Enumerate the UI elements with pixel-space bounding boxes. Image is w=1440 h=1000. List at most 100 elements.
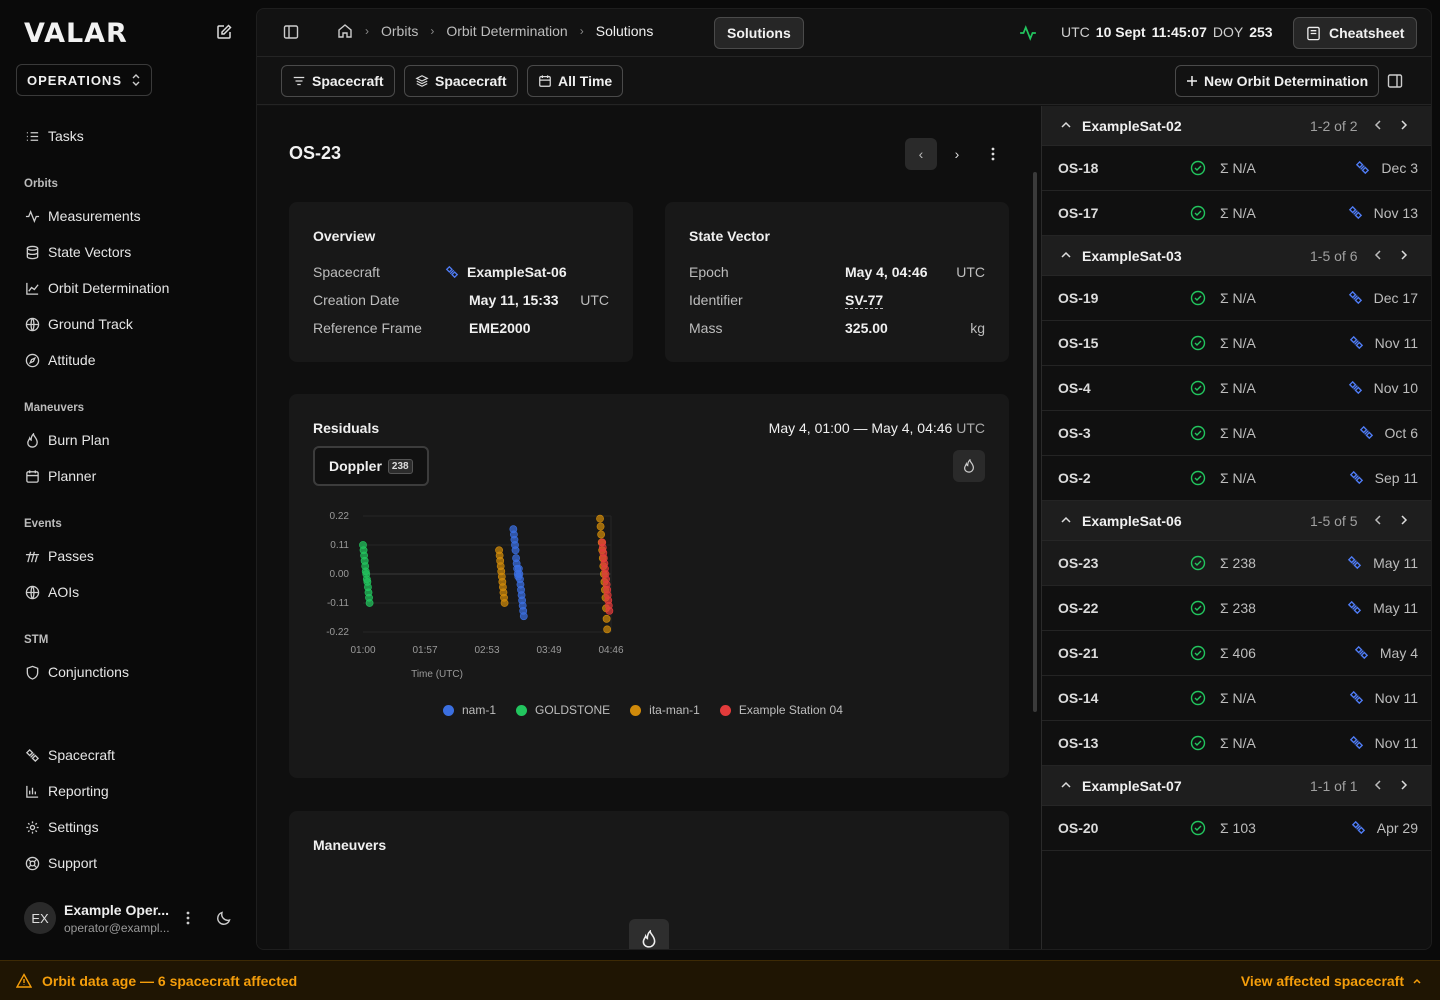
- chevron-left-icon[interactable]: [1372, 778, 1384, 792]
- compose-icon[interactable]: [214, 22, 234, 42]
- sidebar-item-ground-track[interactable]: Ground Track: [24, 312, 133, 336]
- sidebar-item-orbit-determination[interactable]: Orbit Determination: [24, 276, 169, 300]
- tab-doppler[interactable]: Doppler 238: [313, 446, 429, 486]
- clock-time: 11:45:07: [1151, 24, 1207, 40]
- sidebar-item-settings[interactable]: Settings: [24, 815, 99, 839]
- chevron-up-icon[interactable]: [1060, 778, 1072, 792]
- user-profile[interactable]: EX Example Oper... operator@exampl...: [24, 900, 244, 940]
- epoch-label: Epoch: [689, 264, 729, 280]
- legend-item[interactable]: GOLDSTONE: [516, 703, 610, 717]
- x-tick-label: 01:00: [350, 645, 375, 656]
- group-spacecraft-button[interactable]: Spacecraft: [404, 65, 518, 97]
- breadcrumb-item[interactable]: Orbits: [381, 23, 418, 39]
- sigma-value: 238: [1232, 555, 1256, 571]
- sidebar-item-conjunctions[interactable]: Conjunctions: [24, 660, 129, 684]
- breadcrumb-item[interactable]: Orbit Determination: [446, 23, 567, 39]
- solution-date: Oct 6: [1384, 425, 1418, 441]
- residuals-chart[interactable]: 0.22 0.11 0.00 -0.11 -0.2201:00 01:57 02:53 03:…: [313, 506, 633, 682]
- home-icon[interactable]: [337, 23, 353, 39]
- x-tick-label: 02:53: [474, 645, 499, 656]
- spacecraft-value[interactable]: ExampleSat-06: [445, 264, 567, 280]
- scrollbar[interactable]: [1033, 172, 1037, 712]
- chevron-right-icon[interactable]: [1398, 778, 1410, 792]
- group-header[interactable]: ExampleSat-07 1-1 of 1: [1042, 766, 1431, 806]
- creation-date-unit: UTC: [580, 292, 609, 308]
- group-header[interactable]: ExampleSat-02 1-2 of 2: [1042, 106, 1431, 146]
- chevron-left-icon[interactable]: [1372, 248, 1384, 262]
- list-item[interactable]: OS-21 Σ 406 May 4: [1042, 631, 1431, 676]
- solution-date: May 11: [1373, 555, 1418, 571]
- chevron-up-icon[interactable]: [1060, 248, 1072, 262]
- list-item[interactable]: OS-20 Σ 103 Apr 29: [1042, 806, 1431, 851]
- filter-spacecraft-button[interactable]: Spacecraft: [281, 65, 395, 97]
- sidebar-item-planner[interactable]: Planner: [24, 464, 96, 488]
- group-name: ExampleSat-06: [1082, 513, 1182, 529]
- app-root: VALAR OPERATIONS Tasks Orbits Measuremen…: [0, 0, 1440, 1000]
- sidebar-item-aois[interactable]: AOIs: [24, 580, 79, 604]
- sidebar-item-spacecraft[interactable]: Spacecraft: [24, 743, 115, 767]
- panel-right-icon[interactable]: [1387, 73, 1403, 89]
- org-switcher[interactable]: OPERATIONS: [16, 64, 152, 96]
- chevron-right-icon[interactable]: [1398, 118, 1410, 132]
- moon-icon[interactable]: [216, 910, 232, 926]
- legend-item[interactable]: Example Station 04: [719, 703, 843, 717]
- check-circle-icon: [1190, 470, 1206, 486]
- bar-chart-icon: [24, 783, 40, 799]
- keyboard-icon: [1306, 26, 1321, 41]
- cheatsheet-button[interactable]: Cheatsheet: [1293, 17, 1418, 49]
- calendar-icon: [24, 468, 40, 484]
- x-tick-label: 01:57: [412, 645, 437, 656]
- group-header[interactable]: ExampleSat-03 1-5 of 6: [1042, 236, 1431, 276]
- more-menu-button[interactable]: [977, 138, 1009, 170]
- legend-item[interactable]: nam-1: [443, 703, 496, 717]
- list-item[interactable]: OS-14 Σ N/A Nov 11: [1042, 676, 1431, 721]
- view-affected-button[interactable]: View affected spacecraft: [1241, 973, 1422, 989]
- list-item[interactable]: OS-15 Σ N/A Nov 11: [1042, 321, 1431, 366]
- chevron-right-icon[interactable]: [1398, 248, 1410, 262]
- list-item[interactable]: OS-19 Σ N/A Dec 17: [1042, 276, 1431, 321]
- chevron-up-icon[interactable]: [1060, 118, 1072, 132]
- satellite-icon: [1354, 645, 1369, 660]
- solutions-button[interactable]: Solutions: [714, 17, 804, 49]
- list-item[interactable]: OS-4 Σ N/A Nov 10: [1042, 366, 1431, 411]
- sidebar-item-reporting[interactable]: Reporting: [24, 779, 109, 803]
- group-count: 1-5 of 5: [1310, 513, 1358, 529]
- burn-plan-empty-icon[interactable]: [629, 919, 669, 949]
- list-item[interactable]: OS-22 Σ 238 May 11: [1042, 586, 1431, 631]
- group-header[interactable]: ExampleSat-06 1-5 of 5: [1042, 501, 1431, 541]
- list-item[interactable]: OS-2 Σ N/A Sep 11: [1042, 456, 1431, 501]
- list-item[interactable]: OS-13 Σ N/A Nov 11: [1042, 721, 1431, 766]
- more-vertical-icon[interactable]: [180, 910, 196, 926]
- list-item[interactable]: OS-23 Σ 238 May 11: [1042, 541, 1431, 586]
- sidebar-item-passes[interactable]: Passes: [24, 544, 94, 568]
- list-item[interactable]: OS-18 Σ N/A Dec 3: [1042, 146, 1431, 191]
- new-orbit-determination-button[interactable]: New Orbit Determination: [1175, 65, 1380, 97]
- next-record-button[interactable]: ›: [941, 138, 973, 170]
- legend-item[interactable]: ita-man-1: [630, 703, 700, 717]
- chevron-left-icon[interactable]: [1372, 513, 1384, 527]
- prev-record-button[interactable]: ‹: [905, 138, 937, 170]
- identifier-link[interactable]: SV-77: [845, 292, 884, 309]
- sidebar-item-support[interactable]: Support: [24, 851, 97, 875]
- sidebar-item-state-vectors[interactable]: State Vectors: [24, 240, 131, 264]
- list-item[interactable]: OS-17 Σ N/A Nov 13: [1042, 191, 1431, 236]
- burn-overlay-button[interactable]: [953, 450, 985, 482]
- sidebar-item-label: Conjunctions: [48, 664, 129, 680]
- chevron-up-icon[interactable]: [1060, 513, 1072, 527]
- chevron-left-icon[interactable]: [1372, 118, 1384, 132]
- list-item[interactable]: OS-3 Σ N/A Oct 6: [1042, 411, 1431, 456]
- y-tick-label: 0.00: [330, 569, 350, 580]
- line-chart-icon: [24, 280, 40, 296]
- chevron-right-icon: ›: [430, 24, 435, 38]
- breadcrumb-item[interactable]: Solutions: [596, 23, 654, 39]
- solution-date: May 11: [1373, 600, 1418, 616]
- sidebar-item-attitude[interactable]: Attitude: [24, 348, 95, 372]
- sidebar-item-measurements[interactable]: Measurements: [24, 204, 141, 228]
- sidebar-item-tasks[interactable]: Tasks: [24, 124, 84, 148]
- time-range-button[interactable]: All Time: [527, 65, 624, 97]
- chevron-right-icon[interactable]: [1398, 513, 1410, 527]
- app-logo[interactable]: VALAR: [24, 18, 128, 49]
- solution-detail: OS-23 ‹ › Overview Spacecraft ExampleSat…: [257, 106, 1041, 949]
- sidebar-item-burn-plan[interactable]: Burn Plan: [24, 428, 109, 452]
- sidebar-toggle-icon[interactable]: [283, 24, 299, 40]
